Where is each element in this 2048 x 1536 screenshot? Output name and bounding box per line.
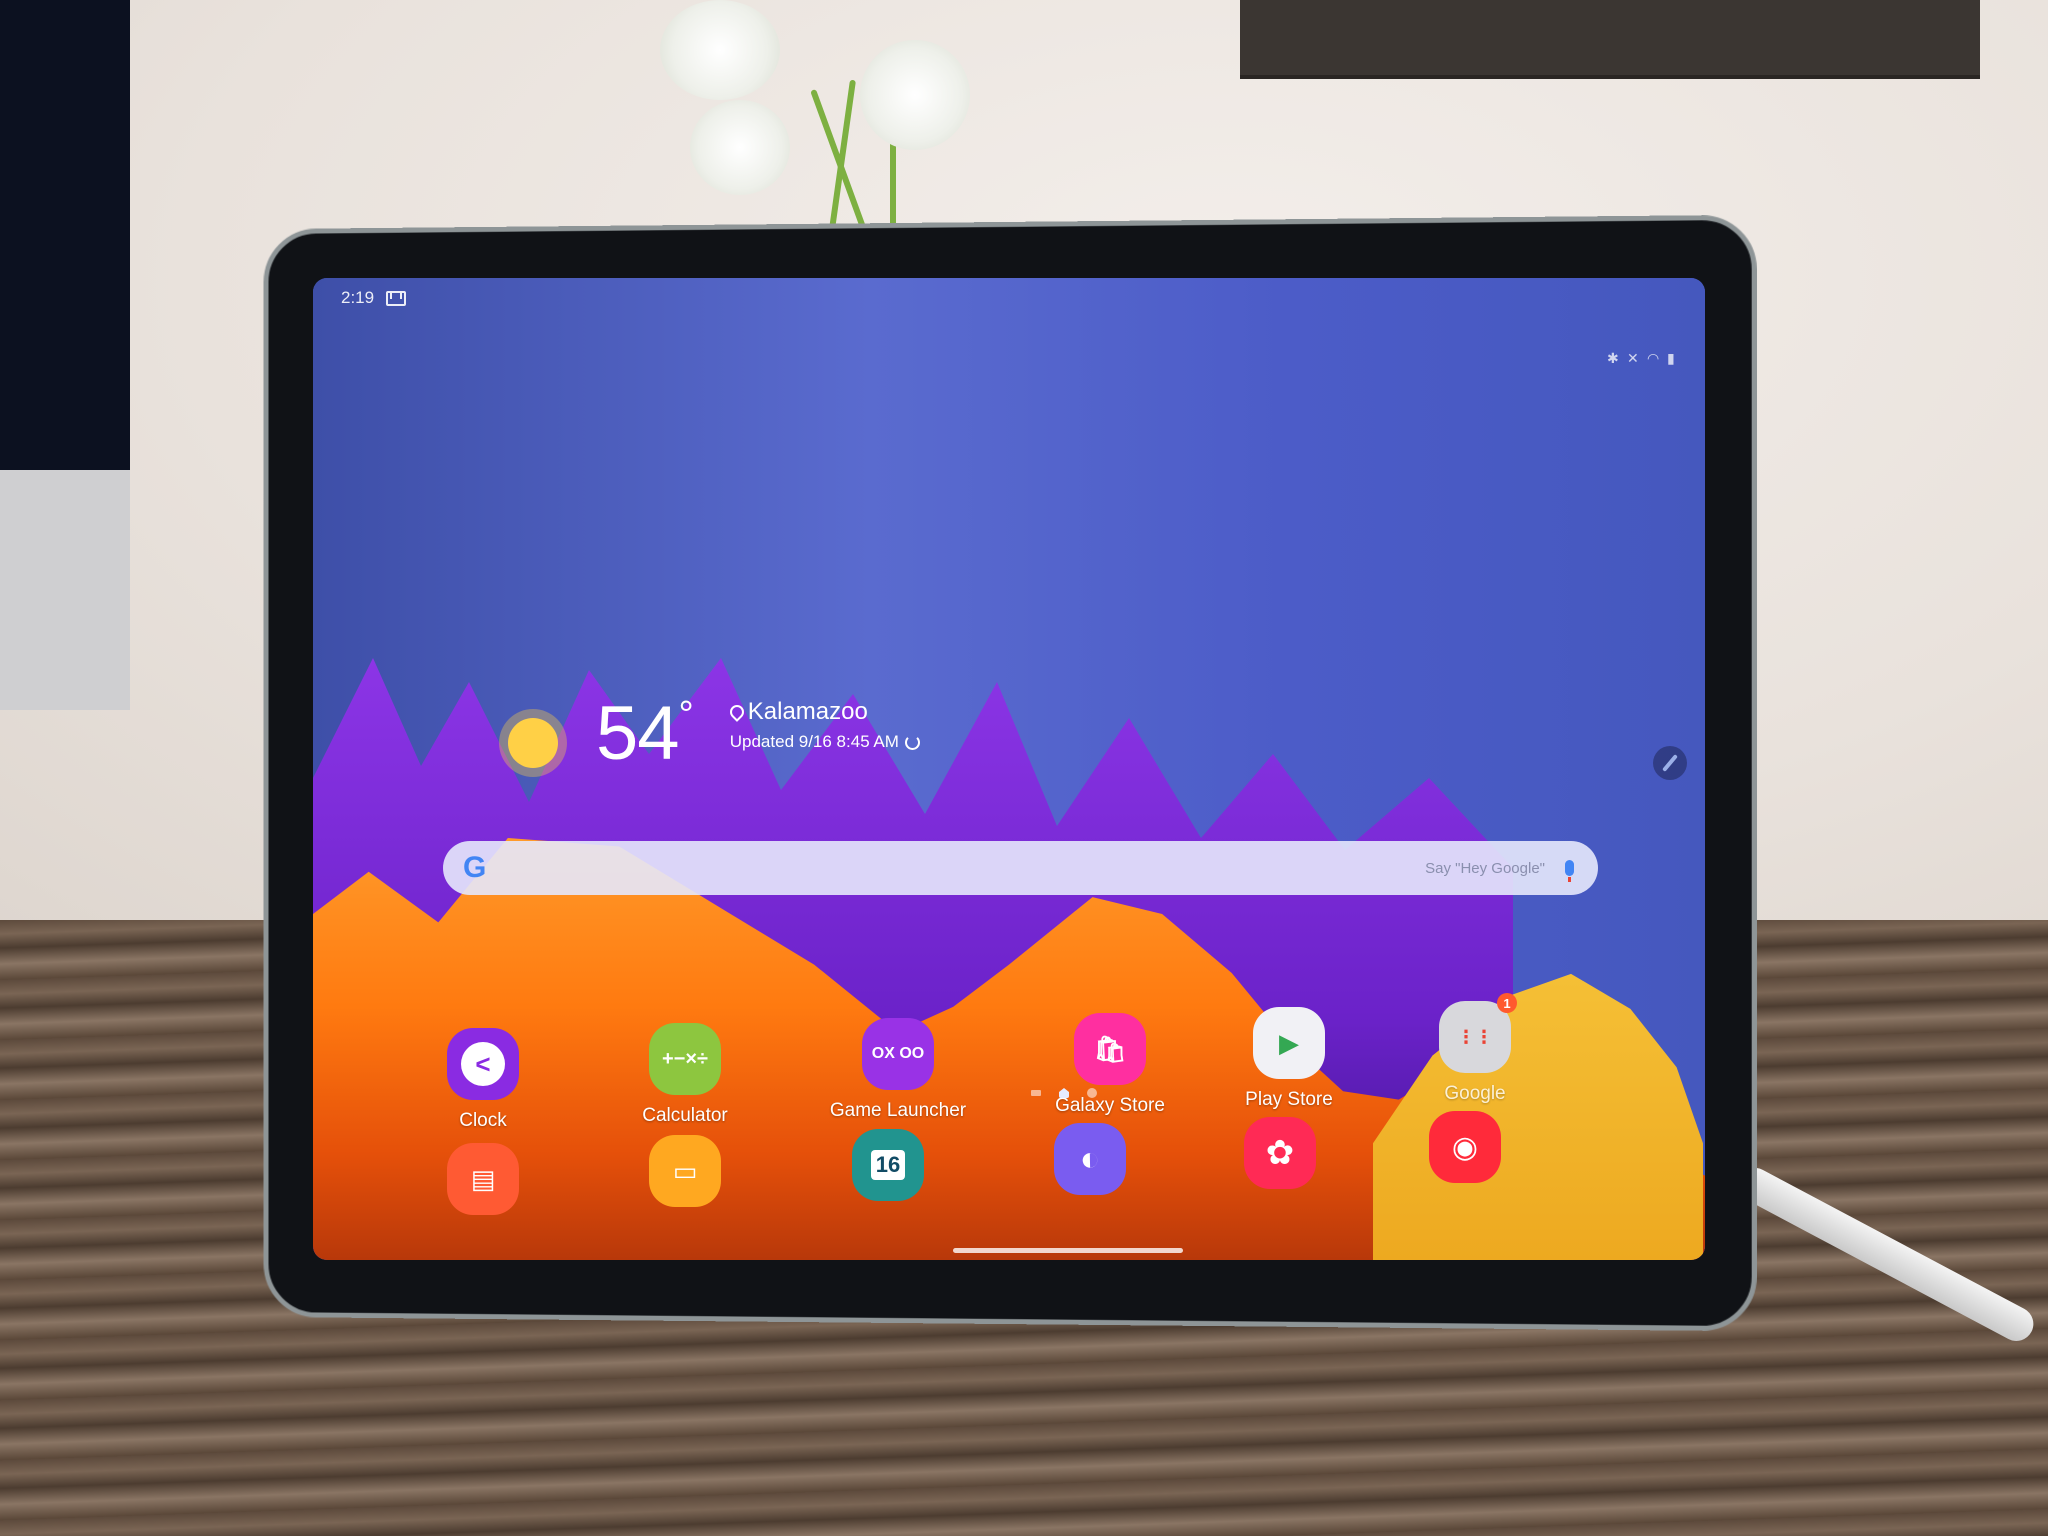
- app-label: Google: [1444, 1083, 1506, 1104]
- weather-temperature: 54: [596, 691, 680, 776]
- tablet-screen: 2:19 ✱ ✕ ◠ ▮ 54 ° Kalamazoo Updated 9/16…: [313, 278, 1705, 1260]
- refresh-icon[interactable]: [904, 734, 920, 750]
- folder-icon: ▭: [649, 1135, 721, 1207]
- app-label: Game Launcher: [829, 1100, 967, 1121]
- folder-grid-glyph: ⋮⋮: [1457, 1026, 1493, 1047]
- notes-icon: ▤: [447, 1143, 519, 1215]
- location-name: Kalamazoo: [747, 698, 868, 725]
- dock-app-my-files[interactable]: ▭: [615, 1135, 755, 1207]
- monitor-stand: [0, 470, 130, 710]
- flower: [690, 100, 790, 195]
- battery-icon: ▮: [1667, 350, 1675, 366]
- google-logo-icon: G: [463, 851, 487, 884]
- flower-glyph: ✿: [1265, 1134, 1295, 1172]
- mute-icon: ✕: [1627, 350, 1639, 366]
- flower: [860, 40, 970, 150]
- status-bar-left: 2:19: [341, 288, 407, 308]
- weather-widget[interactable]: 54 ° Kalamazoo Updated 9/16 8:45 AM: [508, 688, 920, 772]
- weather-location-block: Kalamazoo Updated 9/16 8:45 AM: [726, 698, 920, 752]
- updated-text: Updated 9/16 8:45 AM: [729, 732, 899, 751]
- gmail-icon: [386, 290, 407, 306]
- flower: [660, 0, 780, 100]
- page-indicator: [1031, 1088, 1097, 1098]
- home-screen: 2:19 ✱ ✕ ◠ ▮ 54 ° Kalamazoo Updated 9/16…: [313, 278, 1705, 1260]
- camera-glyph: ◉: [1451, 1130, 1479, 1164]
- google-search-bar[interactable]: G Say "Hey Google": [443, 841, 1598, 895]
- notes-glyph: ▤: [470, 1163, 496, 1194]
- dock-app-calendar[interactable]: 16: [818, 1129, 958, 1201]
- page-dot[interactable]: [1087, 1088, 1097, 1098]
- gesture-nav-handle[interactable]: [953, 1248, 1183, 1253]
- galaxy-store-icon: 🛍: [1074, 1013, 1146, 1085]
- weather-updated: Updated 9/16 8:45 AM: [730, 732, 920, 752]
- play-store-icon: ▶: [1253, 1007, 1325, 1079]
- app-google-folder[interactable]: ⋮⋮ 1 Google: [1405, 993, 1545, 1105]
- app-label: Galaxy Store: [1055, 1095, 1165, 1116]
- page-dot-list[interactable]: [1031, 1090, 1041, 1096]
- edge-panel-pen-icon[interactable]: [1653, 746, 1687, 780]
- game-launcher-glyph: OX OO: [871, 1045, 925, 1062]
- wall-picture-frame: [1240, 0, 1980, 79]
- app-calculator[interactable]: +−×÷ Calculator: [615, 1023, 755, 1127]
- dock-app-gallery[interactable]: ✿: [1210, 1117, 1350, 1189]
- dock-app-camera[interactable]: ◉: [1395, 1111, 1535, 1183]
- dock-app-notes[interactable]: ▤: [413, 1143, 553, 1215]
- wifi-icon: ◠: [1647, 350, 1660, 366]
- app-game-launcher[interactable]: OX OO Game Launcher: [808, 1018, 988, 1122]
- internet-icon: ◐: [1054, 1123, 1126, 1195]
- weather-unit: °: [678, 694, 694, 736]
- play-triangle-glyph: ▶: [1279, 1027, 1299, 1058]
- microphone-icon[interactable]: [1565, 860, 1574, 882]
- app-label: Play Store: [1245, 1089, 1333, 1110]
- calculator-icon: +−×÷: [649, 1023, 721, 1095]
- status-time: 2:19: [341, 288, 375, 307]
- app-clock[interactable]: < Clock: [413, 1028, 553, 1132]
- folder-glyph: ▭: [672, 1155, 698, 1186]
- gallery-icon: ✿: [1244, 1117, 1316, 1189]
- app-galaxy-store[interactable]: 🛍 Galaxy Store: [1030, 1013, 1190, 1117]
- google-folder-icon: ⋮⋮ 1: [1439, 993, 1517, 1073]
- clock-icon: <: [447, 1028, 519, 1100]
- planet-glyph: ◐: [1079, 1139, 1101, 1178]
- shopping-bag-glyph: 🛍: [1093, 1033, 1127, 1064]
- calculator-glyph: +−×÷: [661, 1047, 708, 1070]
- weather-location: Kalamazoo: [726, 698, 920, 726]
- search-hint: Say "Hey Google": [1425, 859, 1545, 877]
- calendar-icon: 16: [852, 1129, 924, 1201]
- flower-vase: [660, 0, 980, 260]
- game-launcher-icon: OX OO: [862, 1018, 934, 1090]
- camera-icon: ◉: [1429, 1111, 1501, 1183]
- sun-icon: [508, 718, 558, 768]
- bluetooth-icon: ✱: [1607, 350, 1619, 366]
- location-pin-icon: [726, 702, 747, 722]
- app-label: Calculator: [642, 1105, 728, 1126]
- page-dot-home[interactable]: [1059, 1088, 1069, 1098]
- status-bar-right: ✱ ✕ ◠ ▮: [1607, 350, 1679, 366]
- clock-face: <: [461, 1042, 505, 1086]
- notification-badge: 1: [1497, 993, 1517, 1013]
- app-play-store[interactable]: ▶ Play Store: [1219, 1007, 1359, 1111]
- dock-app-internet[interactable]: ◐: [1020, 1123, 1160, 1195]
- app-label: Clock: [459, 1110, 507, 1131]
- monitor-edge: [0, 0, 130, 470]
- calendar-date: 16: [870, 1150, 906, 1180]
